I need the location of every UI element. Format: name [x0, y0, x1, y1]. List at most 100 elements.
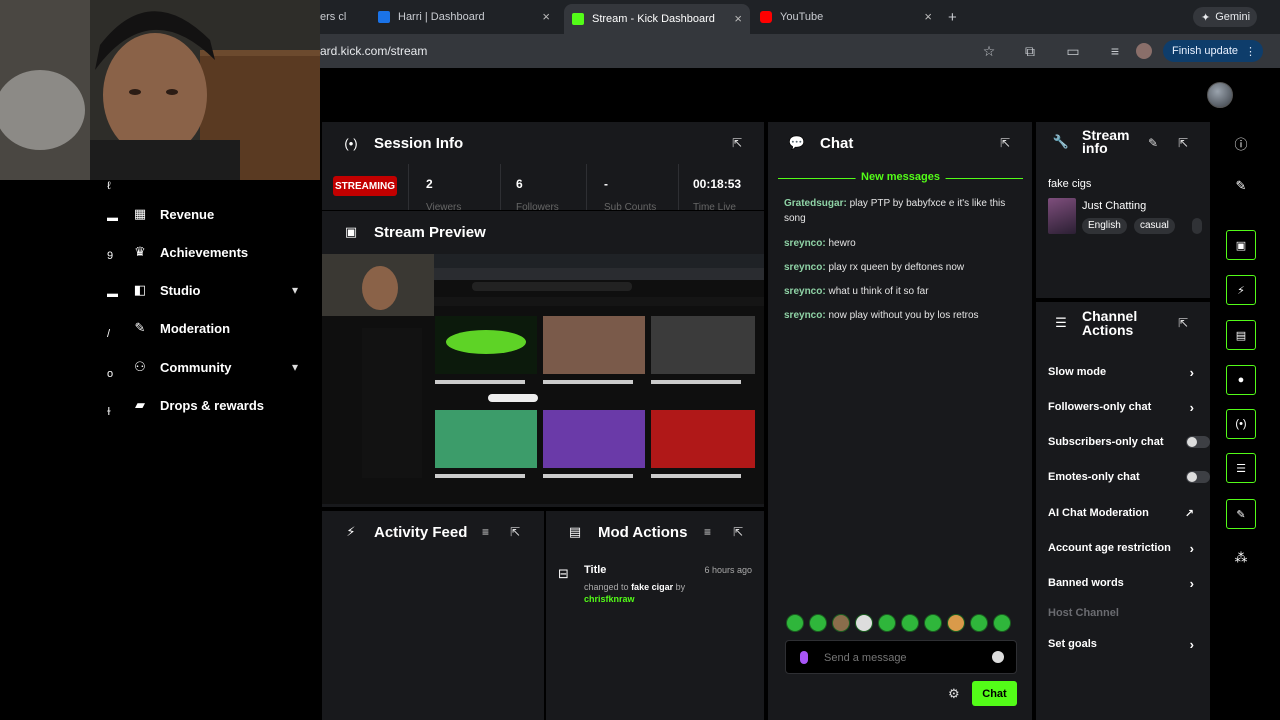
- action-label: AI Chat Moderation: [1048, 507, 1149, 519]
- rail-wrench-button[interactable]: ✎: [1226, 499, 1256, 529]
- new-messages-divider[interactable]: New messages: [778, 171, 1023, 193]
- subscribers-only-toggle[interactable]: [1186, 436, 1210, 448]
- sidebar-item-moderation[interactable]: ✎ Moderation: [132, 314, 231, 342]
- sidebar-item-achievements[interactable]: ♛ Achievements: [132, 238, 248, 266]
- browser-tab-youtube[interactable]: YouTube ×: [760, 5, 940, 29]
- rail-screen-button[interactable]: ▣: [1226, 230, 1256, 260]
- browser-tab-kick-dashboard[interactable]: Stream - Kick Dashboard ×: [564, 4, 750, 34]
- filter-icon[interactable]: ≡: [704, 525, 718, 539]
- right-tool-rail: ⓘ ✎ ▣ ⚡ ▤ ● (•) ☰ ✎ ⁂: [1214, 122, 1266, 720]
- rail-clipboard-button[interactable]: ▤: [1226, 320, 1256, 350]
- sidebar-item-community[interactable]: ⚇ Community ▾: [132, 353, 298, 381]
- drops-icon: ▰: [135, 397, 145, 412]
- media-controls-icon[interactable]: ≡: [1106, 42, 1124, 60]
- rail-broadcast-button[interactable]: (•): [1226, 409, 1256, 439]
- emote-icon[interactable]: [924, 614, 942, 632]
- subscribers-only-action: Subscribers-only chat: [1048, 432, 1210, 452]
- popout-icon[interactable]: ⇱: [732, 136, 746, 150]
- emote-icon[interactable]: [832, 614, 850, 632]
- info-icon[interactable]: ⓘ: [1232, 134, 1250, 152]
- chat-username[interactable]: sreynco:: [784, 310, 826, 321]
- time-live: 00:18:53: [693, 177, 742, 191]
- stream-preview-video[interactable]: [322, 254, 764, 504]
- chat-username[interactable]: sreynco:: [784, 262, 826, 273]
- emote-icon[interactable]: [993, 614, 1011, 632]
- nav-mark: /: [107, 328, 111, 340]
- broadcast-icon: (•): [1235, 418, 1247, 430]
- emote-icon[interactable]: [947, 614, 965, 632]
- gemini-button[interactable]: ✦ Gemini: [1193, 7, 1257, 27]
- popout-icon[interactable]: ⇱: [733, 525, 747, 539]
- emoji-picker-icon[interactable]: [992, 651, 1004, 663]
- emote-icon[interactable]: [786, 614, 804, 632]
- emote-icon[interactable]: [901, 614, 919, 632]
- filter-icon[interactable]: ≡: [482, 525, 496, 539]
- banned-words-action[interactable]: Banned words ›: [1048, 573, 1198, 593]
- profile-avatar-icon[interactable]: [1136, 43, 1152, 59]
- youtube-favicon-icon: [760, 11, 772, 23]
- tag-chip[interactable]: casual: [1134, 218, 1175, 234]
- close-tab-icon[interactable]: ×: [734, 11, 742, 26]
- popout-icon[interactable]: ⇱: [1178, 316, 1192, 330]
- finish-update-button[interactable]: Finish update ⋮: [1163, 40, 1263, 62]
- webcam-overlay: [0, 0, 320, 180]
- edit-pencil-icon[interactable]: ✎: [1148, 136, 1162, 150]
- emotes-only-toggle[interactable]: [1186, 471, 1210, 483]
- chat-message[interactable]: sreynco: now play without you by los ret…: [784, 308, 1019, 323]
- slow-mode-action[interactable]: Slow mode ›: [1048, 362, 1198, 382]
- send-chat-button[interactable]: Chat: [972, 681, 1017, 706]
- nav-mark: ℓ: [107, 180, 111, 192]
- emote-icon[interactable]: [809, 614, 827, 632]
- new-tab-button[interactable]: +: [948, 5, 964, 29]
- emote-icon[interactable]: [878, 614, 896, 632]
- emote-icon[interactable]: [970, 614, 988, 632]
- sidebar-item-studio[interactable]: ◧ Studio ▾: [132, 276, 298, 304]
- bookmark-star-icon[interactable]: ☆: [980, 42, 998, 60]
- chat-username[interactable]: sreynco:: [784, 286, 826, 297]
- popout-icon[interactable]: ⇱: [510, 525, 524, 539]
- sidebar-item-revenue[interactable]: ▦ Revenue: [132, 200, 214, 228]
- emote-icon[interactable]: [855, 614, 873, 632]
- cast-icon[interactable]: ▭: [1064, 42, 1082, 60]
- tag-chip[interactable]: English: [1082, 218, 1127, 234]
- close-tab-icon[interactable]: ×: [542, 9, 550, 24]
- chat-message[interactable]: sreynco: hewro: [784, 236, 1019, 251]
- mod-username[interactable]: chrisfknraw: [584, 594, 635, 604]
- chat-username[interactable]: Gratedsugar:: [784, 198, 847, 209]
- revenue-icon: ▦: [133, 206, 147, 221]
- chat-message[interactable]: Gratedsugar: play PTP by babyfxce e it's…: [784, 196, 1019, 226]
- rail-lightning-button[interactable]: ⚡: [1226, 275, 1256, 305]
- sub-count-label: Sub Counts: [604, 202, 657, 210]
- popout-icon[interactable]: ⇱: [1178, 136, 1192, 150]
- account-age-restriction-action[interactable]: Account age restriction ›: [1048, 538, 1198, 558]
- set-goals-action[interactable]: Set goals ›: [1048, 634, 1198, 654]
- extensions-icon[interactable]: ⧉: [1021, 42, 1039, 60]
- followers-only-action[interactable]: Followers-only chat ›: [1048, 397, 1198, 417]
- tab-label: ers cl: [320, 11, 347, 23]
- viewers-count: 2: [426, 177, 433, 191]
- close-tab-icon[interactable]: ×: [924, 9, 932, 24]
- browser-tab-harri[interactable]: Harri | Dashboard ×: [378, 5, 558, 29]
- apps-icon[interactable]: ⁂: [1232, 550, 1250, 568]
- rail-chat-button[interactable]: ●: [1226, 365, 1256, 395]
- rail-sliders-button[interactable]: ☰: [1226, 453, 1256, 483]
- chat-message[interactable]: sreynco: play rx queen by deftones now: [784, 260, 1019, 275]
- ai-chat-moderation-action[interactable]: AI Chat Moderation ↗: [1048, 503, 1198, 523]
- chat-message[interactable]: sreynco: what u think of it so far: [784, 284, 1019, 299]
- microphone-icon[interactable]: [800, 651, 808, 664]
- gear-icon[interactable]: ⚙: [948, 686, 960, 702]
- popout-icon[interactable]: ⇱: [1000, 136, 1014, 150]
- sidebar-item-drops-rewards[interactable]: ▰ Drops & rewards: [132, 391, 264, 419]
- chat-message-input[interactable]: [824, 649, 984, 667]
- chat-username[interactable]: sreynco:: [784, 238, 826, 249]
- nav-mark: ɫ: [107, 406, 111, 418]
- harri-favicon-icon: [378, 11, 390, 23]
- left-sidebar: ℓ ▬ 9 ▬ / o ɫ ▦ Revenue ♛ Achievements ◧…: [0, 180, 320, 720]
- stream-category[interactable]: Just Chatting: [1082, 200, 1146, 212]
- edit-pencil-icon[interactable]: ✎: [1232, 178, 1250, 196]
- sliders-icon: ☰: [1236, 462, 1246, 475]
- user-avatar[interactable]: [1207, 82, 1233, 108]
- panel-title: Mod Actions: [598, 523, 688, 541]
- url-field[interactable]: ard.kick.com/stream: [320, 44, 427, 58]
- browser-tab-partial[interactable]: ers cl: [320, 5, 380, 29]
